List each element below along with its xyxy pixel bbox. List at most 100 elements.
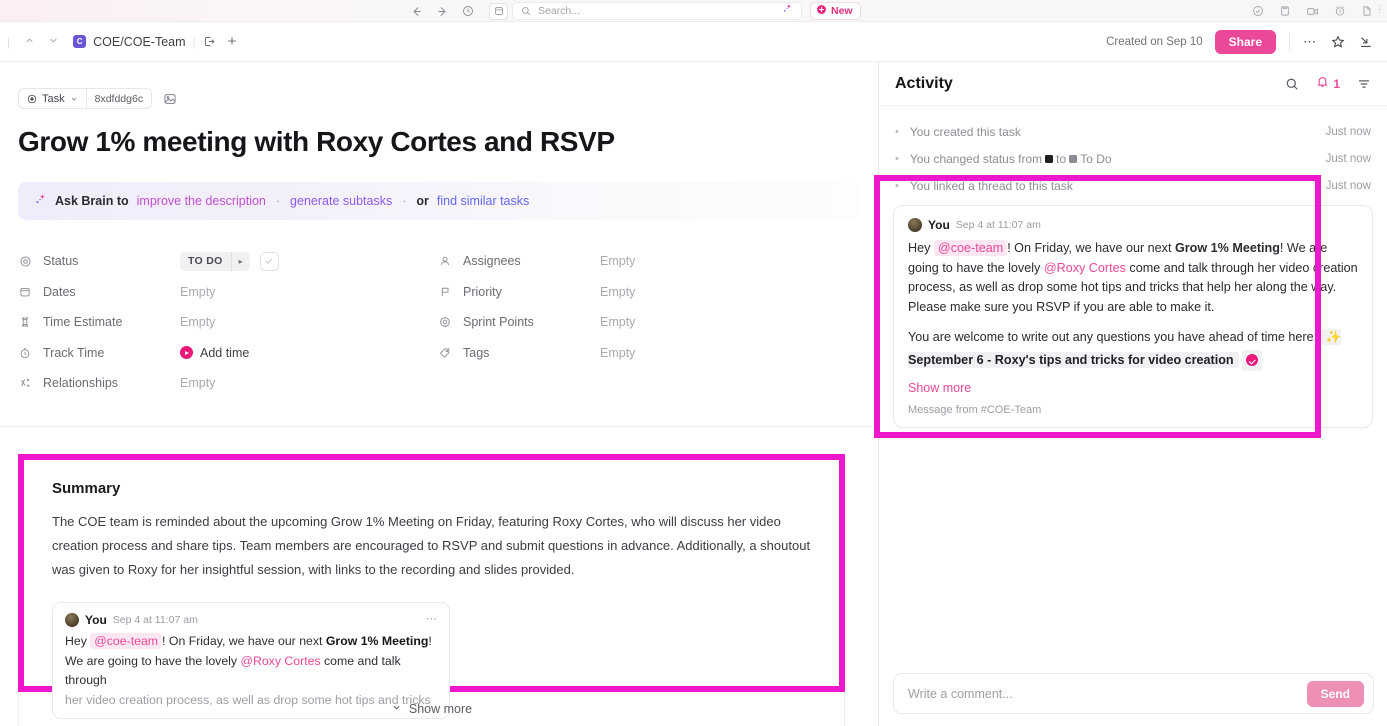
field-priority: Priority Empty	[438, 277, 858, 308]
search-input[interactable]: Search...	[512, 2, 802, 20]
section-divider	[0, 426, 878, 427]
field-label-assignees: Assignees	[438, 254, 600, 268]
header-actions: Created on Sep 10 Share ⋯	[1106, 29, 1373, 54]
notifications-badge[interactable]: 1	[1316, 75, 1340, 93]
field-status: Status TO DO ▸	[18, 246, 438, 277]
chevron-up-icon[interactable]	[17, 35, 41, 49]
ai-sparkle-icon[interactable]	[781, 2, 793, 20]
mention-roxy-cortes[interactable]: @Roxy Cortes	[1044, 261, 1126, 275]
thread-timestamp: Sep 4 at 11:07 am	[955, 219, 1041, 231]
activity-text-b: to	[1056, 151, 1067, 166]
comment-input-box[interactable]: Write a comment... Send	[893, 673, 1374, 714]
generate-subtasks-link[interactable]: generate subtasks	[290, 194, 392, 208]
sprint-points-icon	[438, 316, 452, 328]
sparkle-emoji: ✨	[1325, 330, 1342, 344]
new-button-label: New	[831, 5, 853, 17]
field-label-dates: Dates	[18, 285, 180, 299]
filter-icon[interactable]	[1357, 77, 1371, 91]
space-avatar-icon[interactable]: C	[73, 35, 87, 48]
breadcrumb-space[interactable]: COE	[93, 35, 120, 49]
field-value-relationships[interactable]: Empty	[180, 376, 215, 390]
field-name: Tags	[463, 345, 490, 360]
send-button[interactable]: Send	[1306, 680, 1364, 707]
activity-text-c: To Do	[1080, 151, 1112, 166]
image-icon[interactable]	[163, 92, 177, 106]
breadcrumb-list[interactable]: COE-Team	[124, 35, 186, 49]
vertical-dots-icon[interactable]: ⋮	[1375, 4, 1385, 15]
arrow-left-icon[interactable]	[410, 5, 423, 18]
star-icon[interactable]	[1331, 35, 1345, 49]
activity-text: You created this task	[909, 124, 1021, 139]
clipboard-icon[interactable]	[1279, 5, 1291, 17]
message-bold-1: Grow 1% Meeting	[325, 634, 429, 648]
improve-description-link[interactable]: improve the description	[137, 194, 266, 208]
field-tags: Tags Empty	[438, 338, 858, 369]
ellipsis-icon[interactable]: ⋯	[426, 612, 438, 625]
summary-section: Summary The COE team is reminded about t…	[24, 460, 839, 719]
mention-coe-team[interactable]: @coe-team	[90, 633, 163, 649]
search-placeholder: Search...	[538, 5, 581, 17]
thread-body: Hey @coe-team! On Friday, we have our ne…	[908, 239, 1358, 371]
open-in-icon[interactable]	[203, 35, 216, 48]
field-value-dates[interactable]: Empty	[180, 285, 215, 299]
nav-controls	[410, 0, 508, 22]
hourglass-icon	[18, 316, 32, 328]
pink-check-icon	[1242, 349, 1263, 371]
status-badge[interactable]: TO DO ▸	[180, 251, 250, 271]
stopwatch-icon	[18, 347, 32, 359]
browser-toolbar: Search... New ⋮	[0, 0, 1387, 22]
status-next-arrow[interactable]: ▸	[232, 252, 250, 271]
field-value-time-estimate[interactable]: Empty	[180, 315, 215, 329]
avatar	[65, 613, 79, 627]
add-icon[interactable]: +	[228, 34, 237, 49]
task-chips-row: Task 8xdfddg6c	[0, 62, 878, 109]
complete-checkbox[interactable]	[259, 251, 279, 271]
sidebar-panel-icon[interactable]	[489, 2, 508, 20]
find-similar-tasks-link[interactable]: find similar tasks	[437, 194, 529, 208]
search-icon[interactable]	[1285, 77, 1299, 91]
collapse-icon[interactable]	[1359, 35, 1373, 49]
relationship-icon	[18, 377, 32, 389]
add-time-button[interactable]: Add time	[180, 346, 249, 360]
activity-text: You linked a thread to this task	[909, 178, 1073, 193]
thread-show-more-link[interactable]: Show more	[908, 381, 1358, 395]
search-icon	[521, 6, 531, 16]
thread-author: You	[928, 218, 950, 232]
field-value-assignees[interactable]: Empty	[600, 254, 635, 268]
bullet-icon: •	[895, 152, 899, 165]
thread-source: Message from #COE-Team	[908, 404, 1042, 416]
activity-panel: Activity 1 • You created this task Just …	[878, 62, 1387, 726]
field-name: Time Estimate	[43, 315, 123, 330]
task-id-chip[interactable]: 8xdfddg6c	[87, 89, 151, 108]
activity-time: Just now	[1325, 179, 1371, 192]
mention-coe-team[interactable]: @coe-team	[933, 240, 1008, 256]
alarm-clock-icon[interactable]	[1334, 5, 1346, 17]
plus-circle-icon	[816, 4, 827, 18]
field-value-sprint-points[interactable]: Empty	[600, 315, 635, 329]
document-icon[interactable]	[1361, 5, 1373, 17]
task-type-chip[interactable]: Task	[19, 89, 86, 108]
activity-title: Activity	[895, 74, 953, 92]
thread-header: You Sep 4 at 11:07 am	[908, 218, 1358, 232]
share-button[interactable]: Share	[1214, 29, 1276, 54]
thread-link-text: September 6 - Roxy's tips and tricks for…	[908, 352, 1234, 367]
field-value-tags[interactable]: Empty	[600, 346, 635, 360]
thread-bold-1: Grow 1% Meeting	[1174, 241, 1280, 255]
new-button[interactable]: New	[810, 2, 861, 20]
video-camera-icon[interactable]	[1306, 5, 1319, 18]
field-value-priority[interactable]: Empty	[600, 285, 635, 299]
ellipsis-icon[interactable]: ⋯	[1303, 34, 1317, 50]
mention-roxy-cortes[interactable]: @Roxy Cortes	[240, 654, 320, 668]
field-sprint-points: Sprint Points Empty	[438, 307, 858, 338]
status-target-icon	[18, 255, 32, 268]
arrow-right-icon[interactable]	[436, 5, 449, 18]
field-label-time-estimate: Time Estimate	[18, 315, 180, 329]
check-circle-icon[interactable]	[1252, 5, 1264, 17]
chevron-down-icon[interactable]	[41, 35, 65, 49]
field-label-priority: Priority	[438, 285, 600, 299]
clock-icon[interactable]	[462, 5, 474, 17]
linked-thread-card[interactable]: You Sep 4 at 11:07 am Hey @coe-team! On …	[893, 205, 1373, 428]
summary-show-more-button[interactable]: Show more	[18, 692, 845, 726]
message-text-1: Hey	[65, 634, 87, 648]
ai-sparkle-icon	[34, 193, 47, 209]
